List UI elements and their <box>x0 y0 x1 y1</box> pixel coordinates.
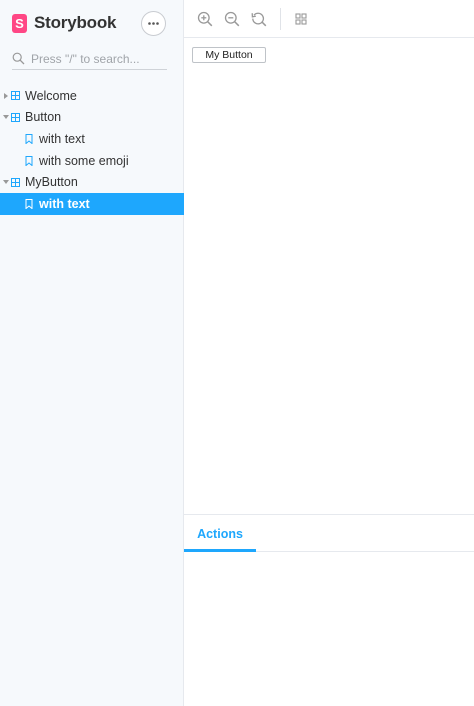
bookmark-icon <box>25 155 33 166</box>
panel-tab-bar: Actions <box>184 515 474 552</box>
search-box <box>12 48 167 70</box>
grid-component-icon <box>11 91 20 101</box>
caret-down-icon <box>3 180 9 185</box>
addons-panel: Actions <box>184 514 474 706</box>
sidebar: S Storybook Welcome <box>0 0 184 706</box>
tree-item-story-selected[interactable]: with text <box>0 192 184 215</box>
toolbar-divider <box>280 8 281 30</box>
toolbar <box>184 0 474 38</box>
search-input[interactable] <box>31 51 161 66</box>
bookmark-icon <box>25 198 33 209</box>
tree-item-welcome[interactable]: Welcome <box>0 85 184 107</box>
caret-down-icon <box>3 115 9 120</box>
zoom-out-icon[interactable] <box>224 11 240 27</box>
search-icon <box>12 52 25 65</box>
tree-item-label: with text <box>39 196 90 211</box>
tree-item-label: with text <box>39 131 85 146</box>
zoom-in-icon[interactable] <box>197 11 213 27</box>
preview-canvas: My Button <box>184 38 474 514</box>
tree-item-mybutton[interactable]: MyButton <box>0 171 184 193</box>
grid-toggle-icon[interactable] <box>294 12 308 26</box>
brand[interactable]: S Storybook <box>12 12 116 34</box>
brand-name: Storybook <box>34 13 117 32</box>
storybook-logo: S <box>12 13 27 33</box>
tree-item-story[interactable]: with text <box>0 128 184 150</box>
grid-component-icon <box>11 177 20 187</box>
tree-item-label: MyButton <box>25 175 78 190</box>
menu-button[interactable] <box>141 11 166 36</box>
tree-item-label: Button <box>25 110 62 125</box>
my-button[interactable]: My Button <box>192 47 266 63</box>
grid-component-icon <box>11 112 20 122</box>
tree-item-story[interactable]: with some emoji <box>0 150 184 172</box>
zoom-reset-icon[interactable] <box>251 11 267 27</box>
more-icon <box>148 22 159 25</box>
caret-right-icon <box>4 92 8 99</box>
bookmark-icon <box>25 133 33 144</box>
tree-item-button[interactable]: Button <box>0 107 184 129</box>
tree-item-label: with some emoji <box>39 153 129 168</box>
story-tree: Welcome Button with text with some emoji <box>0 85 184 215</box>
tree-item-label: Welcome <box>25 88 77 103</box>
tab-actions[interactable]: Actions <box>184 515 256 552</box>
